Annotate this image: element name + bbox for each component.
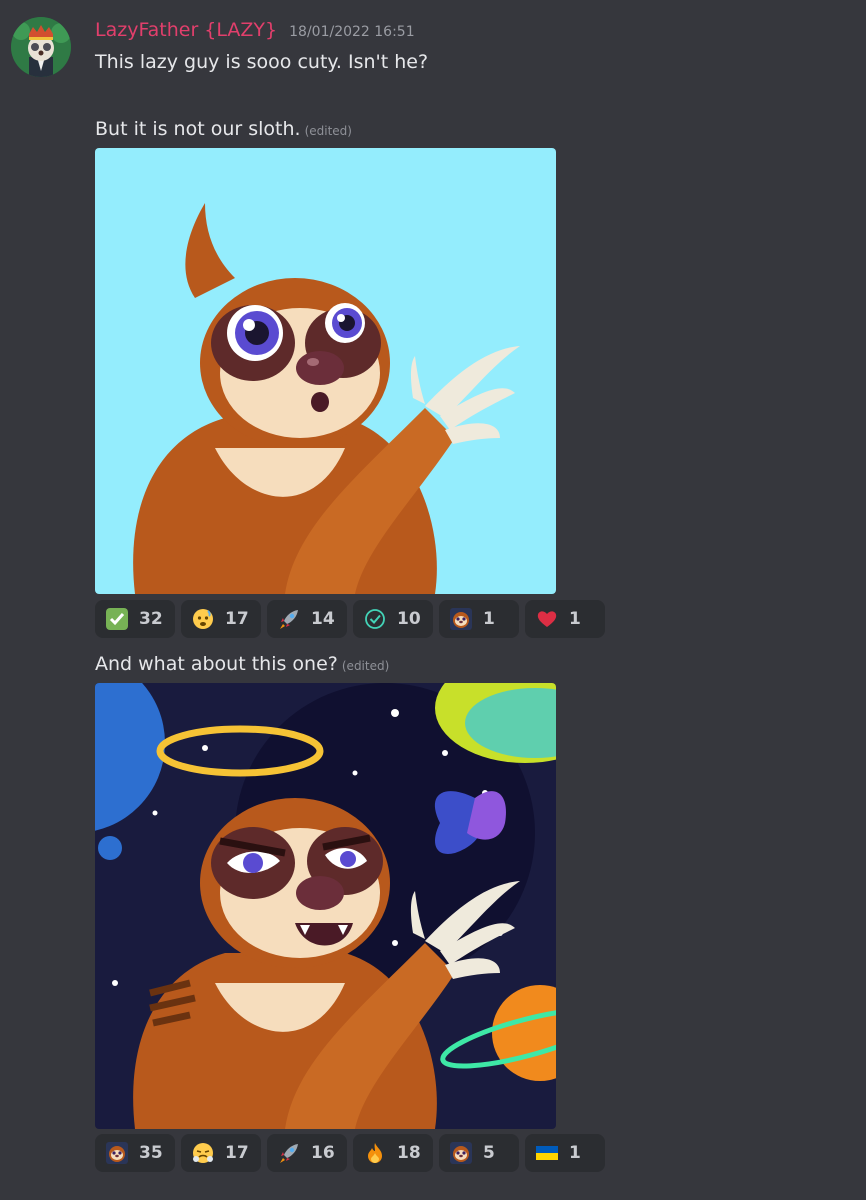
message-text: But it is not our sloth.	[95, 118, 301, 140]
image-attachment-sloth-cyan[interactable]	[95, 148, 556, 594]
reaction-count: 10	[397, 609, 421, 629]
sloth-avatar-icon	[106, 1142, 128, 1164]
steam-nose-face-icon	[192, 1142, 214, 1164]
sloth-avatar-icon	[450, 608, 472, 630]
reaction-sloth-avatar[interactable]: 35	[95, 1134, 175, 1172]
message-text-line-1: This lazy guy is sooo cuty. Isn't he?	[95, 51, 428, 73]
heart-icon	[536, 608, 558, 630]
reaction-heart[interactable]: 1	[525, 600, 605, 638]
reaction-rocket[interactable]: 14	[267, 600, 347, 638]
check-circle-icon	[364, 608, 386, 630]
rocket-icon	[278, 608, 300, 630]
reaction-rocket[interactable]: 16	[267, 1134, 347, 1172]
message-text: This lazy guy is sooo cuty. Isn't he?	[95, 51, 429, 73]
rocket-icon	[278, 1142, 300, 1164]
reaction-check-mark[interactable]: 32	[95, 600, 175, 638]
edited-label: (edited)	[341, 659, 390, 673]
reaction-ukraine-flag[interactable]: 1	[525, 1134, 605, 1172]
reactions-row-1: 32 17 14 10 1 1	[95, 600, 605, 638]
reaction-count: 16	[311, 1143, 335, 1163]
reaction-count: 35	[139, 1143, 163, 1163]
fire-icon	[364, 1142, 386, 1164]
reaction-count: 14	[311, 609, 335, 629]
reaction-count: 17	[225, 1143, 249, 1163]
reaction-sloth-avatar[interactable]: 5	[439, 1134, 519, 1172]
message-text-line-2: But it is not our sloth. (edited)	[95, 118, 352, 140]
reaction-count: 1	[569, 1143, 581, 1163]
reaction-count: 32	[139, 609, 163, 629]
sloth-avatar-icon	[450, 1142, 472, 1164]
edited-label: (edited)	[304, 124, 352, 138]
message-text-line-3: And what about this one? (edited)	[95, 653, 389, 675]
chat-message: LazyFather {LAZY} 18/01/2022 16:51 This …	[0, 0, 866, 1200]
username[interactable]: LazyFather {LAZY}	[95, 19, 277, 41]
anxious-face-icon	[192, 608, 214, 630]
reaction-steam-nose-face[interactable]: 17	[181, 1134, 261, 1172]
reaction-fire[interactable]: 18	[353, 1134, 433, 1172]
message-timestamp: 18/01/2022 16:51	[289, 24, 415, 40]
message-header: LazyFather {LAZY} 18/01/2022 16:51	[95, 19, 415, 47]
user-avatar[interactable]	[11, 17, 71, 77]
reaction-count: 5	[483, 1143, 495, 1163]
ukraine-flag-icon	[536, 1142, 558, 1164]
message-text: And what about this one?	[95, 653, 338, 675]
image-attachment-sloth-space[interactable]	[95, 683, 556, 1129]
reaction-count: 17	[225, 609, 249, 629]
reaction-count: 18	[397, 1143, 421, 1163]
check-mark-icon	[106, 608, 128, 630]
reaction-sloth-avatar[interactable]: 1	[439, 600, 519, 638]
reactions-row-2: 35 17 16 18 5 1	[95, 1134, 605, 1172]
reaction-count: 1	[569, 609, 581, 629]
reaction-anxious-face[interactable]: 17	[181, 600, 261, 638]
reaction-check-circle[interactable]: 10	[353, 600, 433, 638]
reaction-count: 1	[483, 609, 495, 629]
